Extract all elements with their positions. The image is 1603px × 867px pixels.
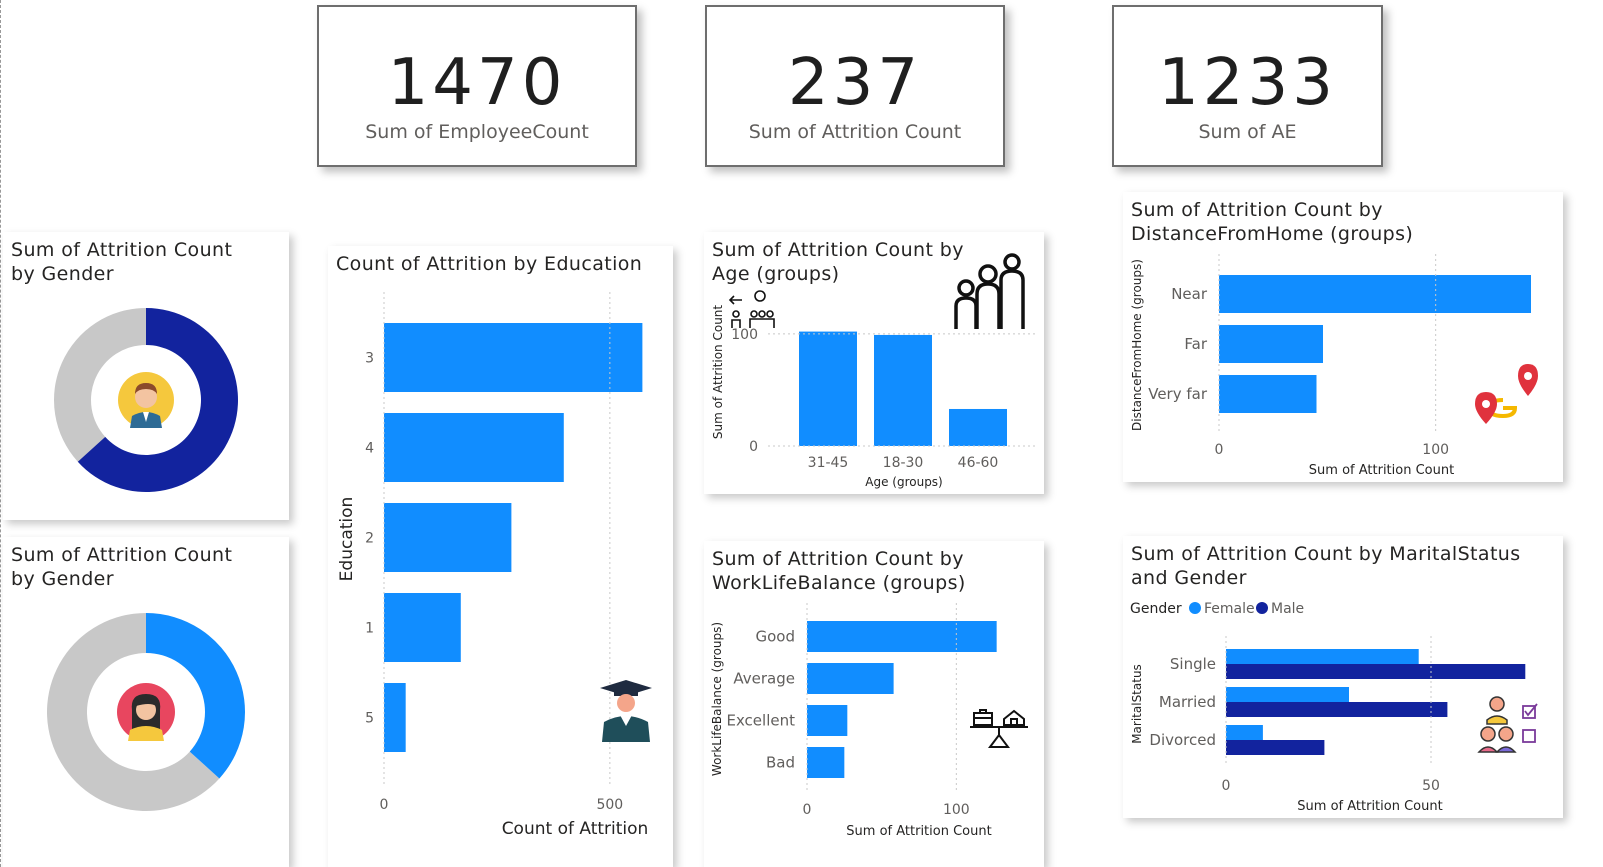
bar-female-married	[1226, 687, 1349, 702]
bar-1	[384, 593, 461, 662]
legend-marker-female	[1189, 602, 1201, 614]
x-axis-title: Sum of Attrition Count	[1309, 463, 1454, 478]
bar-very-far	[1219, 375, 1317, 413]
distance-bar-chart: DistanceFromHome (groups) Sum of Attritio…	[1130, 254, 1538, 478]
bar-age-31-45	[799, 331, 857, 446]
bar-3	[384, 323, 643, 392]
kpi-value: 1233	[1158, 46, 1337, 120]
bar-2	[384, 503, 512, 572]
gender-female-donut-chart	[46, 613, 245, 811]
bar-male-divorced	[1226, 740, 1325, 755]
gender-male-card[interactable]: Sum of Attrition Count by Gender	[3, 232, 289, 520]
bar-5	[384, 683, 406, 752]
y-axis-title: WorkLifeBalance (groups)	[710, 622, 724, 776]
kpi-attrition-count-card[interactable]: 237 Sum of Attrition Count	[705, 5, 1005, 167]
x-category-label: 18-30	[883, 455, 924, 471]
female-avatar-icon	[117, 683, 175, 741]
legend-label: Female	[1204, 601, 1255, 617]
graduate-icon	[600, 680, 652, 742]
y-axis-title: Education	[337, 497, 357, 582]
balance-scale-icon	[970, 709, 1028, 748]
bar-excellent	[807, 705, 848, 736]
family-icon	[954, 253, 1025, 329]
education-card[interactable]: Count of Attrition by Education Educatio…	[328, 246, 673, 867]
kpi-employee-count-card[interactable]: 1470 Sum of EmployeeCount	[317, 5, 637, 167]
y-tick-label: 100	[731, 327, 758, 343]
y-tick-label: 0	[749, 439, 758, 455]
x-tick-label: 50	[1422, 778, 1440, 794]
couple-checklist-icon	[1477, 696, 1538, 753]
x-tick-label: 0	[803, 802, 812, 818]
canvas-left-border	[0, 0, 2, 867]
bar-age-18-30	[874, 334, 932, 446]
route-map-pin-icon	[1475, 364, 1538, 424]
x-axis-title: Sum of Attrition Count	[1297, 799, 1442, 814]
marital-card[interactable]: Sum of Attrition Count by MaritalStatus …	[1123, 536, 1563, 818]
gender-female-card[interactable]: Sum of Attrition Count by Gender	[3, 537, 289, 867]
y-axis-title: DistanceFromHome (groups)	[1130, 259, 1144, 431]
kpi-label: Sum of EmployeeCount	[365, 121, 589, 143]
x-tick-label: 0	[380, 797, 389, 813]
distance-card[interactable]: Sum of Attrition Count by DistanceFromHo…	[1123, 192, 1563, 482]
bar-female-single	[1226, 649, 1419, 664]
y-category-label: Divorced	[1149, 731, 1216, 749]
kpi-label: Sum of Attrition Count	[748, 121, 962, 143]
bar-good	[807, 621, 997, 652]
x-axis-title: Age (groups)	[865, 475, 943, 489]
bar-far	[1219, 325, 1323, 363]
worklifebalance-bar-chart: WorkLifeBalance (groups) Sum of Attrition…	[710, 603, 1028, 839]
x-axis-title: Sum of Attrition Count	[846, 824, 991, 839]
age-bar-chart: Sum of Attrition Count Age (groups) 46-60 1…	[711, 253, 1037, 489]
kpi-value: 1470	[387, 46, 567, 120]
marital-bar-chart: Male Female Gender MaritalStatus Sum of Attr…	[1130, 601, 1538, 814]
legend-title: Gender	[1130, 601, 1182, 617]
bar-near	[1219, 275, 1531, 313]
gender-male-donut-chart	[53, 308, 238, 492]
age-card[interactable]: Sum of Attrition Count by Age (groups) S…	[704, 232, 1044, 494]
x-axis-title: Count of Attrition	[502, 819, 649, 839]
y-category-label: Far	[1184, 335, 1207, 353]
x-tick-label: 0	[1222, 778, 1231, 794]
y-category-label: Near	[1171, 285, 1208, 303]
bar-bad	[807, 747, 845, 778]
y-category-label: Very far	[1148, 385, 1208, 403]
y-category-label: Average	[733, 670, 795, 688]
y-category-label: Good	[756, 628, 796, 646]
y-category-label: 4	[365, 441, 374, 457]
kpi-label: Sum of AE	[1198, 121, 1297, 143]
x-category-label: 46-60	[958, 455, 999, 471]
y-category-label: Married	[1159, 693, 1216, 711]
x-tick-label: 500	[596, 797, 623, 813]
y-category-label: 5	[365, 711, 374, 727]
bar-4	[384, 413, 564, 482]
y-axis-title: Sum of Attrition Count	[711, 305, 725, 440]
y-category-label: 2	[365, 531, 374, 547]
legend-label: Male	[1271, 601, 1304, 617]
y-category-label: Bad	[766, 754, 795, 772]
y-category-label: 3	[365, 351, 374, 367]
y-category-label: Single	[1170, 655, 1216, 673]
x-tick-label: 100	[943, 802, 970, 818]
education-bar-chart: Education Count of Attrition 5 1 2 4 3 500 0	[337, 292, 652, 839]
bar-age-46-60	[949, 408, 1007, 446]
workforce-icon	[728, 290, 775, 328]
x-tick-label: 100	[1422, 442, 1449, 458]
y-axis-title: MaritalStatus	[1130, 664, 1144, 744]
bar-average	[807, 663, 894, 694]
x-category-label: 31-45	[808, 455, 849, 471]
bar-female-divorced	[1226, 725, 1263, 740]
kpi-ae-card[interactable]: 1233 Sum of AE	[1112, 5, 1383, 167]
worklifebalance-card[interactable]: Sum of Attrition Count by WorkLifeBalanc…	[704, 541, 1044, 867]
male-avatar-icon	[118, 372, 174, 428]
x-tick-label: 0	[1215, 442, 1224, 458]
bar-male-single	[1226, 664, 1526, 679]
kpi-value: 237	[787, 46, 923, 120]
legend-marker-male	[1256, 602, 1268, 614]
y-category-label: 1	[365, 621, 374, 637]
bar-male-married	[1226, 702, 1448, 717]
y-category-label: Excellent	[726, 712, 795, 730]
